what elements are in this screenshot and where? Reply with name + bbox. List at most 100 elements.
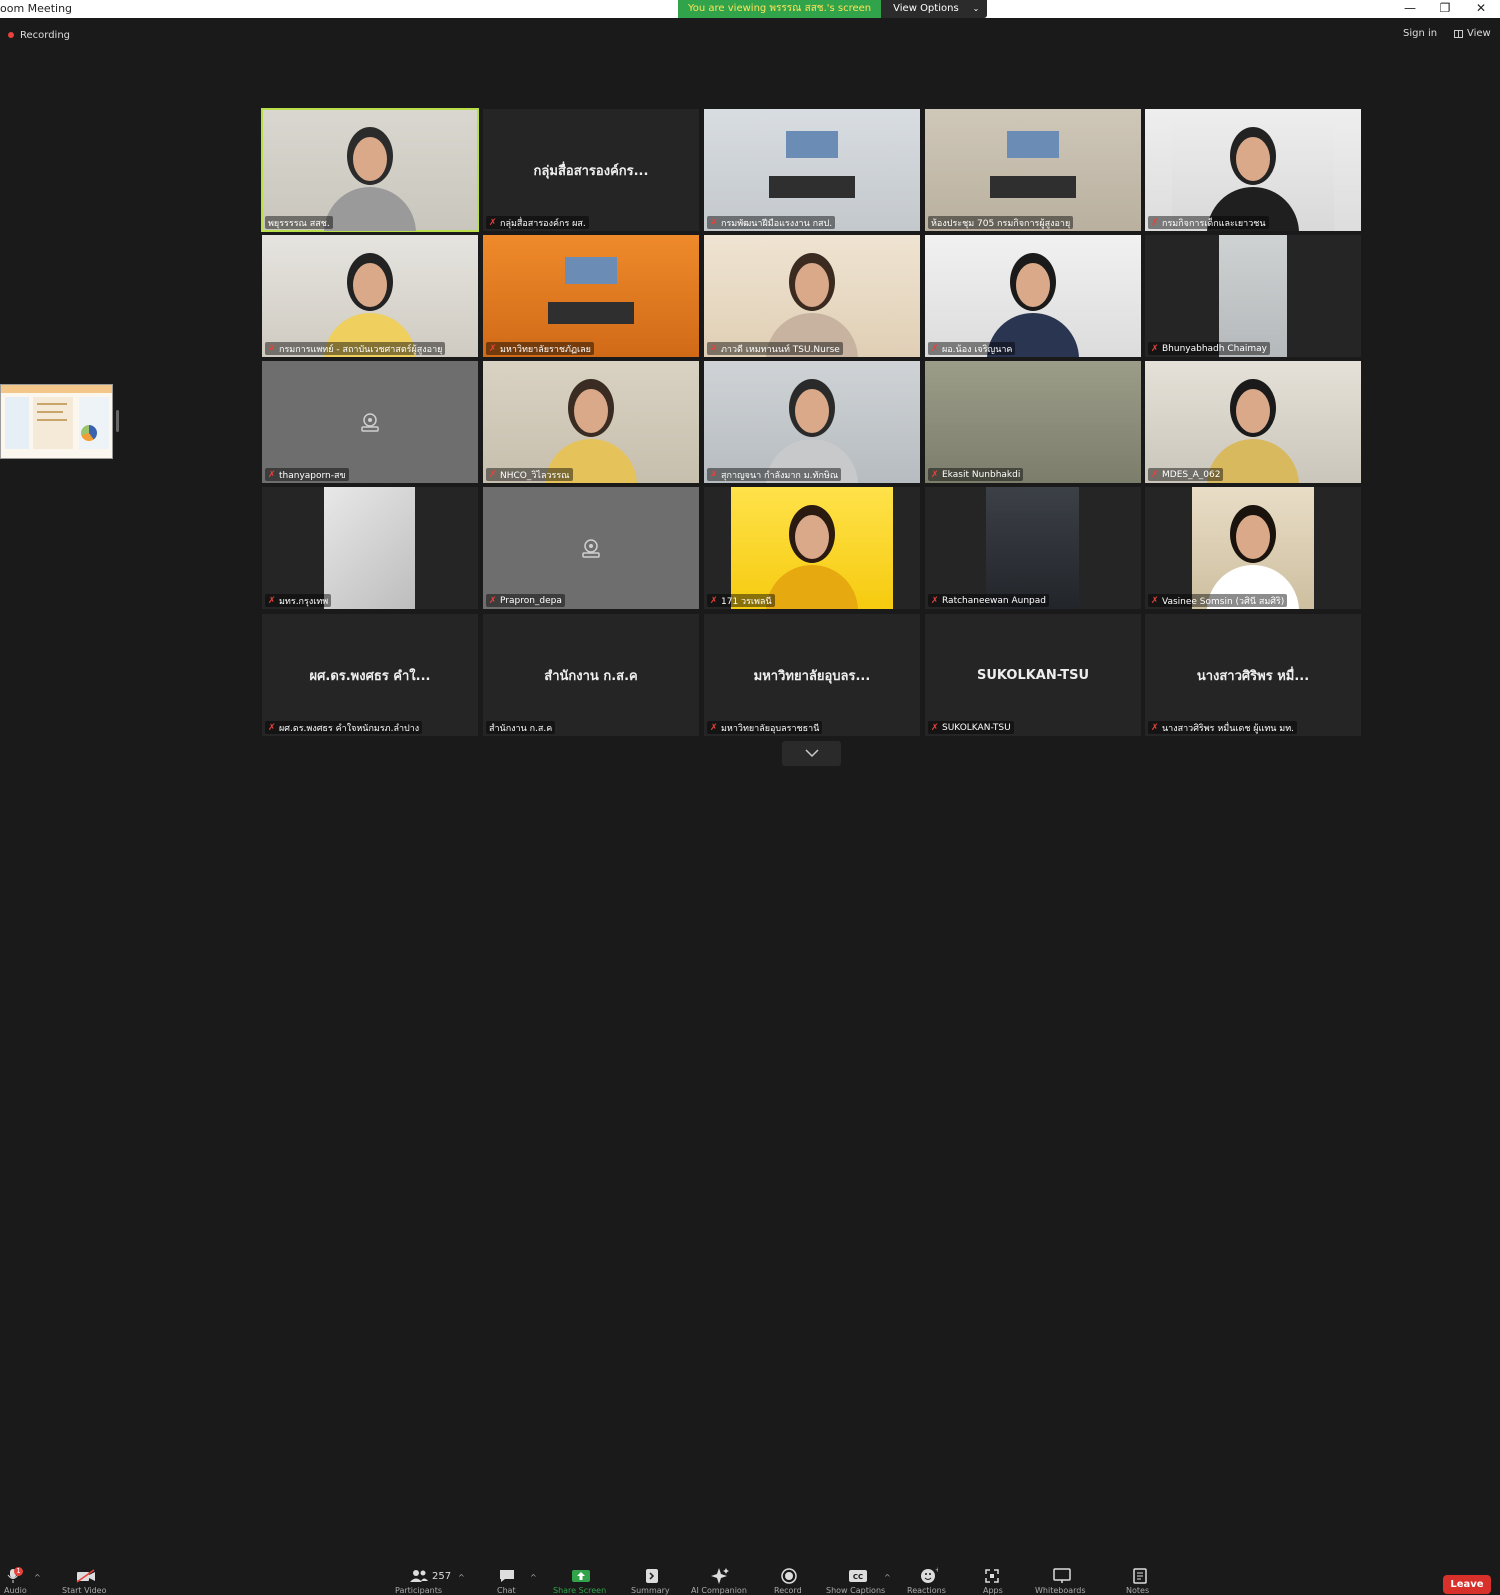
participant-name-bar: ✗ ภาวดี เหมทานนท์ TSU.Nurse	[707, 342, 843, 355]
participant-name-bar: ✗ thanyaporn-สข	[265, 468, 349, 481]
audio-badge: 1	[14, 1567, 23, 1576]
hide-toolbar-button[interactable]	[782, 741, 841, 766]
participant-tile[interactable]: SUKOLKAN-TSU ✗ SUKOLKAN-TSU	[925, 614, 1141, 736]
apps-button[interactable]	[980, 1566, 1004, 1586]
whiteboards-button[interactable]	[1050, 1566, 1074, 1586]
participant-name: กรมการแพทย์ - สถาบันเวชศาสตร์ผู้สูงอายุ	[279, 344, 443, 355]
participant-name: Vasinee Somsin (วศินี สมศิริ)	[1162, 596, 1285, 607]
close-button[interactable]: ✕	[1463, 0, 1499, 18]
chevron-up-icon[interactable]: ^	[530, 1573, 537, 1582]
participant-name: มหาวิทยาลัยอุบลราชธานี	[721, 723, 820, 734]
whiteboard-icon	[1053, 1568, 1071, 1583]
ai-companion-button[interactable]	[708, 1566, 732, 1586]
participant-tile[interactable]: พยุรรรรณ สสช.	[261, 108, 479, 232]
participant-tile[interactable]: สำนักงาน ก.ส.ค สำนักงาน ก.ส.ค	[483, 614, 699, 736]
participant-name: สุกาญจนา กำลังมาก ม.ทักษิณ	[721, 470, 839, 481]
gallery-view-icon	[1454, 29, 1463, 38]
video-frame	[324, 487, 415, 609]
participant-name-bar: ✗ SUKOLKAN-TSU	[928, 721, 1014, 734]
participant-name-bar: ✗ มหาวิทยาลัยราชภัฏเลย	[486, 342, 594, 355]
view-options-label: View Options	[893, 3, 959, 14]
person-face	[1236, 515, 1270, 559]
muted-microphone-icon: ✗	[1151, 217, 1159, 228]
reactions-button[interactable]: +	[917, 1566, 941, 1586]
participant-tile[interactable]: ✗ 171 วรเพลนี	[704, 487, 920, 609]
muted-microphone-icon: ✗	[1151, 343, 1159, 354]
participant-tile[interactable]: ✗ สุกาญจนา กำลังมาก ม.ทักษิณ	[704, 361, 920, 483]
window-title: oom Meeting	[0, 2, 73, 15]
participant-name-bar: ✗ กรมการแพทย์ - สถาบันเวชศาสตร์ผู้สูงอายุ	[265, 342, 446, 355]
chevron-up-icon[interactable]: ^	[34, 1573, 41, 1582]
participant-tile[interactable]: ✗ Ekasit Nunbhakdi	[925, 361, 1141, 483]
chat-icon	[500, 1570, 514, 1582]
summary-label: Summary	[631, 1586, 670, 1595]
restore-button[interactable]: ❐	[1427, 0, 1463, 18]
thumbnail-column	[79, 397, 109, 449]
participant-tile[interactable]: ✗ กรมการแพทย์ - สถาบันเวชศาสตร์ผู้สูงอายุ	[262, 235, 478, 357]
record-button[interactable]	[777, 1566, 801, 1586]
participant-name: NHCO_วิไลวรรณ	[500, 470, 570, 481]
split-drag-handle[interactable]	[116, 410, 119, 432]
thumbnail-line	[37, 411, 63, 413]
participants-label: Participants	[395, 1586, 442, 1595]
audio-label: Audio	[4, 1586, 27, 1595]
minimize-button[interactable]: —	[1392, 0, 1428, 18]
summary-icon	[646, 1569, 658, 1583]
notes-icon	[1133, 1568, 1147, 1584]
participant-display-name: สำนักงาน ก.ส.ค	[544, 668, 638, 684]
participant-tile[interactable]: ✗ ผอ.น้อง เจริญนาค	[925, 235, 1141, 357]
participant-name: Ekasit Nunbhakdi	[942, 469, 1021, 480]
leave-button[interactable]: Leave	[1443, 1575, 1491, 1594]
participant-display-name: มหาวิทยาลัยอุบลร...	[753, 668, 871, 684]
room-screen	[786, 130, 838, 158]
thumbnail-line	[37, 403, 67, 405]
share-banner-text: You are viewing พรรรณ สสช.'s screen	[678, 0, 882, 18]
record-dot-icon	[8, 32, 14, 38]
participant-tile[interactable]: ✗ ภาวดี เหมทานนท์ TSU.Nurse	[704, 235, 920, 357]
view-button[interactable]: View	[1450, 26, 1495, 41]
participant-tile[interactable]: ✗ กรมพัฒนาฝีมือแรงงาน กสป.	[704, 109, 920, 231]
notes-button[interactable]	[1128, 1566, 1152, 1586]
summary-button[interactable]	[640, 1566, 664, 1586]
participant-tile[interactable]: กลุ่มสื่อสารองค์กร... ✗ กลุ่มสื่อสารองค์กร…	[483, 109, 699, 231]
participant-name-bar: ✗ Ekasit Nunbhakdi	[928, 468, 1024, 481]
participant-tile[interactable]: นางสาวศิริพร หมื่... ✗ นางสาวศิริพร หมื่นเ…	[1145, 614, 1361, 736]
start-video-button[interactable]	[74, 1566, 98, 1586]
muted-microphone-icon: ✗	[710, 595, 718, 606]
chevron-up-icon[interactable]: ^	[884, 1573, 891, 1582]
participant-tile[interactable]: มหาวิทยาลัยอุบลร... ✗ มหาวิทยาลัยอุบลราชธา…	[704, 614, 920, 736]
share-screen-button[interactable]	[569, 1566, 593, 1586]
participants-button[interactable]	[407, 1566, 431, 1586]
meeting-toolbar: 1 ^ Audio Start Video 257 ^ Participants…	[0, 780, 1500, 1595]
participant-tile[interactable]: ✗ กรมกิจการเด็กและเยาวชน	[1145, 109, 1361, 231]
captions-button[interactable]: CC	[846, 1566, 870, 1586]
person-face	[795, 263, 829, 307]
chat-label: Chat	[497, 1586, 516, 1595]
sign-in-button[interactable]: Sign in	[1397, 26, 1443, 41]
muted-microphone-icon: ✗	[268, 343, 276, 354]
participant-name-bar: ✗ Bhunyabhadh Chaimay	[1148, 342, 1270, 355]
participant-name: สำนักงาน ก.ส.ค	[489, 723, 553, 734]
participant-tile[interactable]: ห้องประชุม 705 กรมกิจการผู้สูงอายุ	[925, 109, 1141, 231]
muted-microphone-icon: ✗	[931, 469, 939, 480]
chat-button[interactable]	[495, 1566, 519, 1586]
participant-name-bar: ✗ Vasinee Somsin (วศินี สมศิริ)	[1148, 594, 1288, 607]
participant-tile[interactable]: ✗ Ratchaneewan Aunpad	[925, 487, 1141, 609]
shared-screen-thumbnail[interactable]	[0, 384, 113, 459]
participant-tile[interactable]: ผศ.ดร.พงศธร คำใ... ✗ ผศ.ดร.พงศธร คำใจหนักม…	[262, 614, 478, 736]
view-options-button[interactable]: View Options ⌄	[881, 0, 988, 18]
room-table	[547, 302, 635, 325]
muted-microphone-icon: ✗	[1151, 595, 1159, 606]
participant-tile[interactable]: ✗ Prapron_depa	[483, 487, 699, 609]
participant-tile[interactable]: ✗ MDES_A_062	[1145, 361, 1361, 483]
participant-tile[interactable]: ✗ Vasinee Somsin (วศินี สมศิริ)	[1145, 487, 1361, 609]
participant-tile[interactable]: ✗ มหาวิทยาลัยราชภัฏเลย	[483, 235, 699, 357]
recording-indicator[interactable]: Recording	[8, 27, 70, 43]
participant-tile[interactable]: ✗ Bhunyabhadh Chaimay	[1145, 235, 1361, 357]
participant-tile[interactable]: ✗ NHCO_วิไลวรรณ	[483, 361, 699, 483]
room-table	[768, 176, 856, 199]
chevron-up-icon[interactable]: ^	[458, 1573, 465, 1582]
thumbnail-header	[1, 385, 112, 393]
participant-tile[interactable]: ✗ มทร.กรุงเทพ	[262, 487, 478, 609]
participant-tile[interactable]: ✗ thanyaporn-สข	[262, 361, 478, 483]
